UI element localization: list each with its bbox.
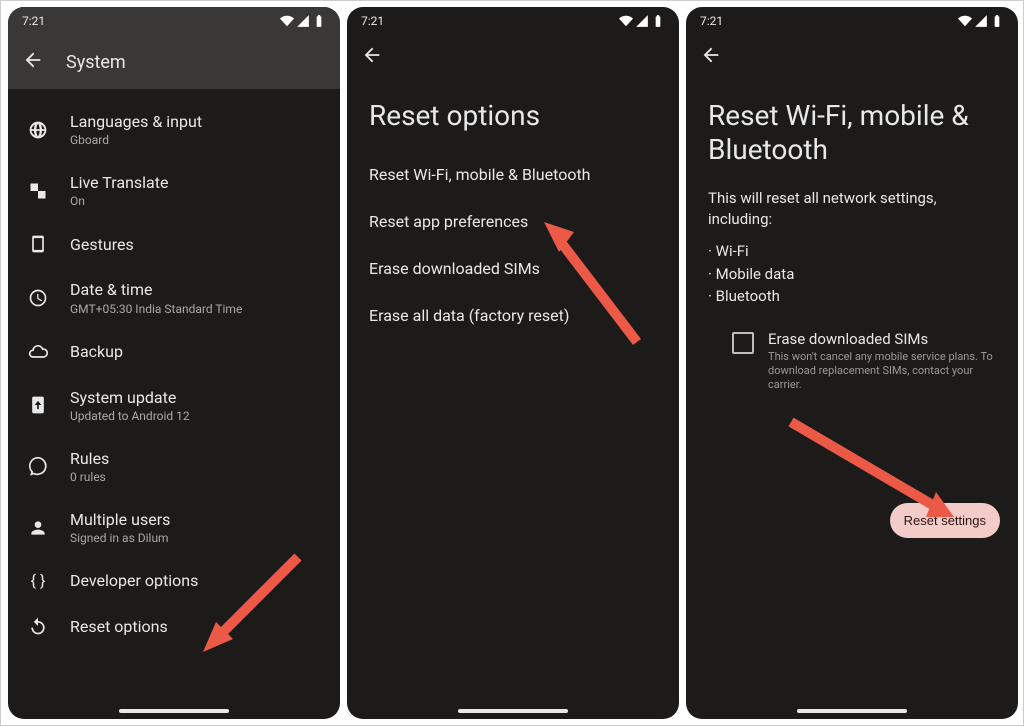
item-title: Developer options xyxy=(70,571,198,590)
app-bar xyxy=(686,35,1018,79)
item-live-translate[interactable]: Live Translate On xyxy=(8,160,340,221)
checkbox-sub: This won't cancel any mobile service pla… xyxy=(768,350,996,393)
item-date-time[interactable]: Date & time GMT+05:30 India Standard Time xyxy=(8,267,340,328)
status-time: 7:21 xyxy=(700,14,723,28)
battery-icon xyxy=(312,14,326,28)
option-reset-app-prefs[interactable]: Reset app preferences xyxy=(347,198,679,245)
item-developer-options[interactable]: { } Developer options xyxy=(8,558,340,603)
phone-icon xyxy=(26,234,50,254)
item-title: Reset options xyxy=(70,617,168,636)
item-title: Live Translate xyxy=(70,173,168,192)
status-bar: 7:21 xyxy=(686,7,1018,35)
bullet-bluetooth: Bluetooth xyxy=(686,285,1018,308)
reset-settings-button[interactable]: Reset settings xyxy=(890,503,1000,538)
item-sub: 0 rules xyxy=(70,470,109,484)
update-icon xyxy=(26,395,50,415)
status-bar: 7:21 xyxy=(8,7,340,35)
status-time: 7:21 xyxy=(22,14,45,28)
signal-icon xyxy=(635,14,649,28)
nav-handle[interactable] xyxy=(797,709,907,713)
erase-sims-row[interactable]: Erase downloaded SIMs This won't cancel … xyxy=(686,308,1018,399)
item-rules[interactable]: Rules 0 rules xyxy=(8,436,340,497)
stage: 7:21 System Languages & input Gboard Live… xyxy=(0,0,1024,726)
item-sub: GMT+05:30 India Standard Time xyxy=(70,302,242,316)
settings-list: Languages & input Gboard Live Translate On… xyxy=(8,89,340,649)
nav-handle[interactable] xyxy=(458,709,568,713)
item-title: Gestures xyxy=(70,235,134,254)
option-erase-all-data[interactable]: Erase all data (factory reset) xyxy=(347,292,679,339)
phone-system-settings: 7:21 System Languages & input Gboard Live… xyxy=(8,7,340,719)
phone-reset-network: 7:21 Reset Wi-Fi, mobile & Bluetooth Thi… xyxy=(686,7,1018,719)
globe-icon xyxy=(26,120,50,140)
rules-icon xyxy=(26,456,50,476)
braces-icon: { } xyxy=(26,571,50,590)
wifi-icon xyxy=(280,14,294,28)
translate-icon xyxy=(26,181,50,201)
item-sub: On xyxy=(70,194,168,208)
item-title: Date & time xyxy=(70,280,242,299)
page-title: Reset Wi-Fi, mobile & Bluetooth xyxy=(686,79,1018,184)
cloud-icon xyxy=(26,342,50,362)
checkbox-title: Erase downloaded SIMs xyxy=(768,330,996,348)
signal-icon xyxy=(296,14,310,28)
battery-icon xyxy=(651,14,665,28)
user-icon xyxy=(26,518,50,538)
item-reset-options[interactable]: Reset options xyxy=(8,603,340,649)
arrow-back-icon xyxy=(22,49,44,71)
back-button[interactable] xyxy=(700,44,722,70)
back-button[interactable] xyxy=(361,44,383,70)
item-languages-input[interactable]: Languages & input Gboard xyxy=(8,99,340,160)
status-bar: 7:21 xyxy=(347,7,679,35)
status-icons xyxy=(280,14,326,28)
item-title: Languages & input xyxy=(70,112,202,131)
checkbox-icon[interactable] xyxy=(732,332,754,354)
item-title: Multiple users xyxy=(70,510,170,529)
arrow-back-icon xyxy=(361,44,383,66)
phone-reset-options: 7:21 Reset options Reset Wi-Fi, mobile &… xyxy=(347,7,679,719)
nav-handle[interactable] xyxy=(119,709,229,713)
option-reset-network[interactable]: Reset Wi-Fi, mobile & Bluetooth xyxy=(347,151,679,198)
item-gestures[interactable]: Gestures xyxy=(8,221,340,267)
item-sub: Updated to Android 12 xyxy=(70,409,190,423)
item-sub: Signed in as Dilum xyxy=(70,531,170,545)
item-system-update[interactable]: System update Updated to Android 12 xyxy=(8,375,340,436)
reset-icon xyxy=(26,616,50,636)
arrow-back-icon xyxy=(700,44,722,66)
item-multiple-users[interactable]: Multiple users Signed in as Dilum xyxy=(8,497,340,558)
item-backup[interactable]: Backup xyxy=(8,329,340,375)
wifi-icon xyxy=(619,14,633,28)
bullet-wifi: Wi-Fi xyxy=(686,240,1018,263)
item-title: Backup xyxy=(70,342,123,361)
wifi-icon xyxy=(958,14,972,28)
item-title: System update xyxy=(70,388,190,407)
item-sub: Gboard xyxy=(70,133,202,147)
status-icons xyxy=(958,14,1004,28)
page-title: Reset options xyxy=(347,79,679,151)
signal-icon xyxy=(974,14,988,28)
bullet-mobile-data: Mobile data xyxy=(686,263,1018,286)
battery-icon xyxy=(990,14,1004,28)
page-title: System xyxy=(66,52,126,73)
app-bar: System xyxy=(8,35,340,89)
status-icons xyxy=(619,14,665,28)
option-erase-sims[interactable]: Erase downloaded SIMs xyxy=(347,245,679,292)
status-time: 7:21 xyxy=(361,14,384,28)
clock-icon xyxy=(26,288,50,308)
description: This will reset all network settings, in… xyxy=(686,184,1018,240)
back-button[interactable] xyxy=(22,49,44,75)
app-bar xyxy=(347,35,679,79)
item-title: Rules xyxy=(70,449,109,468)
